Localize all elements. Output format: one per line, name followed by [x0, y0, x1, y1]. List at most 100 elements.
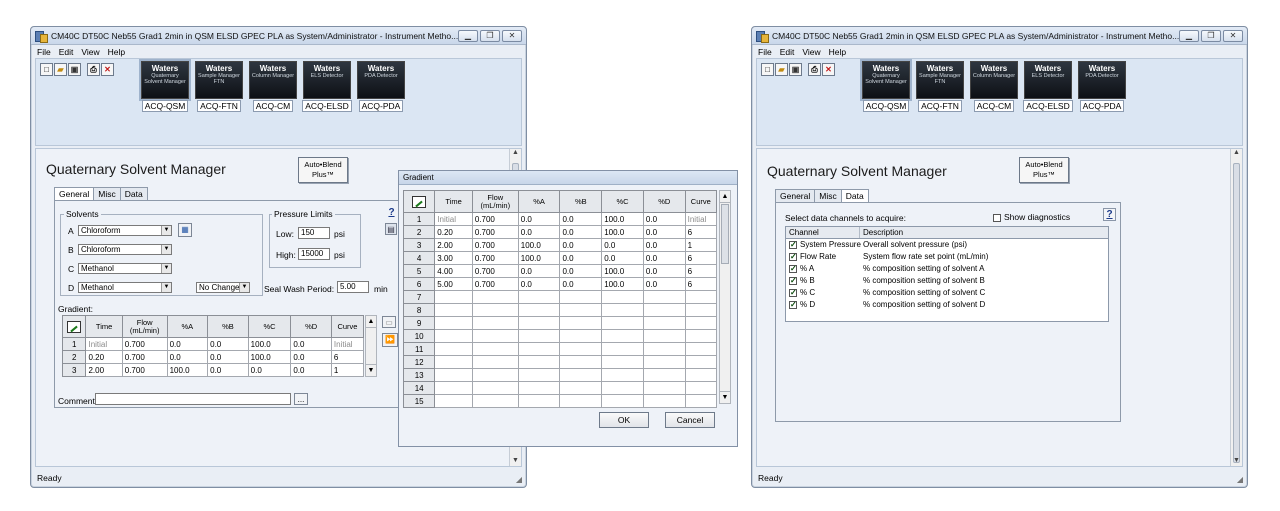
menu-view[interactable]: View — [802, 47, 820, 57]
menu-file[interactable]: File — [758, 47, 772, 57]
tab-misc[interactable]: Misc — [93, 187, 121, 200]
delete-icon[interactable]: ✕ — [822, 63, 835, 76]
table-row[interactable]: 6 5.00 0.700 0.0 0.0 100.0 0.0 6 — [402, 277, 718, 291]
table-row[interactable]: % D % composition setting of solvent D — [786, 299, 1108, 311]
grid-graph-icon[interactable] — [61, 315, 87, 338]
save-icon[interactable]: ▣ — [68, 63, 81, 76]
autoblend-plus-button[interactable]: Auto•Blend Plus™ — [298, 157, 348, 183]
tab-data[interactable]: Data — [119, 187, 148, 200]
menu-edit[interactable]: Edit — [59, 47, 74, 57]
table-row[interactable]: 2 0.20 0.700 0.0 0.0 100.0 0.0 6 — [61, 350, 365, 364]
print-icon[interactable]: ⎙ — [87, 63, 100, 76]
table-row[interactable]: 5 4.00 0.700 0.0 0.0 100.0 0.0 6 — [402, 264, 718, 278]
table-row[interactable]: 1 Initial 0.700 0.0 0.0 100.0 0.0 Initial — [61, 337, 365, 351]
module-pda[interactable]: Waters PDA Detector ACQ-PDA — [356, 61, 406, 112]
menu-help[interactable]: Help — [108, 47, 125, 57]
scroll-up-icon[interactable]: ▲ — [510, 149, 521, 156]
checkbox-icon[interactable] — [789, 275, 797, 287]
menu-file[interactable]: File — [37, 47, 51, 57]
checkbox-icon[interactable] — [789, 287, 797, 299]
gradient-dialog-scrollbar[interactable]: ▲ ▼ — [719, 190, 731, 404]
scroll-thumb[interactable] — [1233, 163, 1240, 463]
vertical-scrollbar[interactable]: ▲ ▼ — [1230, 149, 1242, 466]
module-ftn[interactable]: Waters Sample Manager FTN ACQ-FTN — [915, 61, 965, 112]
cancel-button[interactable]: Cancel — [665, 412, 715, 428]
high-pressure-input[interactable]: 15000 — [298, 248, 330, 260]
table-row[interactable]: 11 — [402, 342, 718, 356]
scroll-up-icon[interactable]: ▲ — [1231, 149, 1242, 156]
printer-icon[interactable]: ▤ — [385, 223, 397, 235]
menu-help[interactable]: Help — [829, 47, 846, 57]
table-row[interactable]: % B % composition setting of solvent B — [786, 275, 1108, 287]
table-row[interactable]: 8 — [402, 303, 718, 317]
low-pressure-input[interactable]: 150 — [298, 227, 330, 239]
grid-graph-icon[interactable] — [402, 190, 436, 213]
table-row[interactable]: 1 Initial 0.700 0.0 0.0 100.0 0.0 Initial — [402, 212, 718, 226]
tab-general[interactable]: General — [775, 189, 816, 202]
table-row[interactable]: 14 — [402, 381, 718, 395]
open-icon[interactable]: ▰ — [775, 63, 788, 76]
title-bar[interactable]: CM40C DT50C Neb55 Grad1 2min in QSM ELSD… — [752, 27, 1247, 45]
table-row[interactable]: 2 0.20 0.700 0.0 0.0 100.0 0.0 6 — [402, 225, 718, 239]
table-row[interactable]: Flow Rate System flow rate set point (mL… — [786, 251, 1108, 263]
table-row[interactable]: 3 2.00 0.700 100.0 0.0 0.0 0.0 1 — [61, 363, 365, 377]
menu-edit[interactable]: Edit — [780, 47, 795, 57]
table-row[interactable]: 13 — [402, 368, 718, 382]
checkbox-icon[interactable] — [789, 239, 797, 251]
gradient-scrollbar[interactable]: ▲ ▼ — [365, 315, 377, 377]
module-qsm[interactable]: Waters Quaternary Solvent Manager ACQ-QSM — [139, 59, 191, 112]
resize-grip-icon[interactable]: ◢ — [1237, 475, 1243, 484]
table-row[interactable]: 9 — [402, 316, 718, 330]
delete-icon[interactable]: ✕ — [101, 63, 114, 76]
restore-button[interactable]: ❐ — [480, 29, 500, 42]
new-icon[interactable]: □ — [761, 63, 774, 76]
tab-misc[interactable]: Misc — [814, 189, 842, 202]
restore-button[interactable]: ❐ — [1201, 29, 1221, 42]
tab-data[interactable]: Data — [840, 189, 869, 202]
table-row[interactable]: 10 — [402, 329, 718, 343]
checkbox-icon[interactable] — [993, 213, 1001, 222]
tab-general[interactable]: General — [54, 187, 95, 200]
module-ftn[interactable]: Waters Sample Manager FTN ACQ-FTN — [194, 61, 244, 112]
solvent-c-select[interactable]: Methanol ▼ — [78, 263, 172, 274]
module-elsd[interactable]: Waters ELS Detector ACQ-ELSD — [1023, 61, 1073, 112]
module-elsd[interactable]: Waters ELS Detector ACQ-ELSD — [302, 61, 352, 112]
module-cm[interactable]: Waters Column Manager ACQ-CM — [248, 61, 298, 112]
solvent-a-select[interactable]: Chloroform ▼ — [78, 225, 172, 236]
comment-browse-button[interactable]: ... — [294, 393, 308, 405]
solvent-d-select[interactable]: Methanol ▼ — [78, 282, 172, 293]
autoblend-plus-button[interactable]: Auto•Blend Plus™ — [1019, 157, 1069, 183]
scroll-down-icon[interactable]: ▼ — [510, 457, 521, 464]
seal-wash-input[interactable]: 5.00 — [337, 281, 369, 293]
table-row[interactable]: System Pressure Overall solvent pressure… — [786, 239, 1108, 251]
title-bar[interactable]: CM40C DT50C Neb55 Grad1 2min in QSM ELSD… — [31, 27, 526, 45]
scroll-up-icon[interactable]: ▲ — [720, 191, 730, 203]
table-row[interactable]: 15 — [402, 394, 718, 408]
help-button[interactable]: ? — [1103, 208, 1116, 221]
open-icon[interactable]: ▰ — [54, 63, 67, 76]
resize-grip-icon[interactable]: ◢ — [516, 475, 522, 484]
minimize-button[interactable]: ▁ — [458, 29, 478, 42]
close-button[interactable]: ✕ — [1223, 29, 1243, 42]
module-cm[interactable]: Waters Column Manager ACQ-CM — [969, 61, 1019, 112]
expand-gradient-button[interactable]: ⏩ — [382, 333, 398, 347]
checkbox-icon[interactable] — [789, 251, 797, 263]
table-row[interactable]: % A % composition setting of solvent A — [786, 263, 1108, 275]
scroll-up-icon[interactable]: ▲ — [366, 316, 376, 328]
checkbox-icon[interactable] — [789, 299, 797, 311]
scroll-thumb[interactable] — [721, 204, 729, 264]
new-icon[interactable]: □ — [40, 63, 53, 76]
show-diagnostics-checkbox[interactable]: Show diagnostics — [993, 212, 1070, 222]
table-row[interactable]: % C % composition setting of solvent C — [786, 287, 1108, 299]
solvent-library-button[interactable]: ▦ — [178, 223, 192, 237]
table-row[interactable]: 3 2.00 0.700 100.0 0.0 0.0 0.0 1 — [402, 238, 718, 252]
comment-input[interactable] — [95, 393, 291, 405]
table-row[interactable]: 4 3.00 0.700 100.0 0.0 0.0 0.0 6 — [402, 251, 718, 265]
save-icon[interactable]: ▣ — [789, 63, 802, 76]
checkbox-icon[interactable] — [789, 263, 797, 275]
scroll-down-icon[interactable]: ▼ — [1231, 457, 1242, 464]
no-change-select[interactable]: No Change ▼ — [196, 282, 250, 293]
menu-view[interactable]: View — [81, 47, 99, 57]
module-pda[interactable]: Waters PDA Detector ACQ-PDA — [1077, 61, 1127, 112]
print-icon[interactable]: ⎙ — [808, 63, 821, 76]
